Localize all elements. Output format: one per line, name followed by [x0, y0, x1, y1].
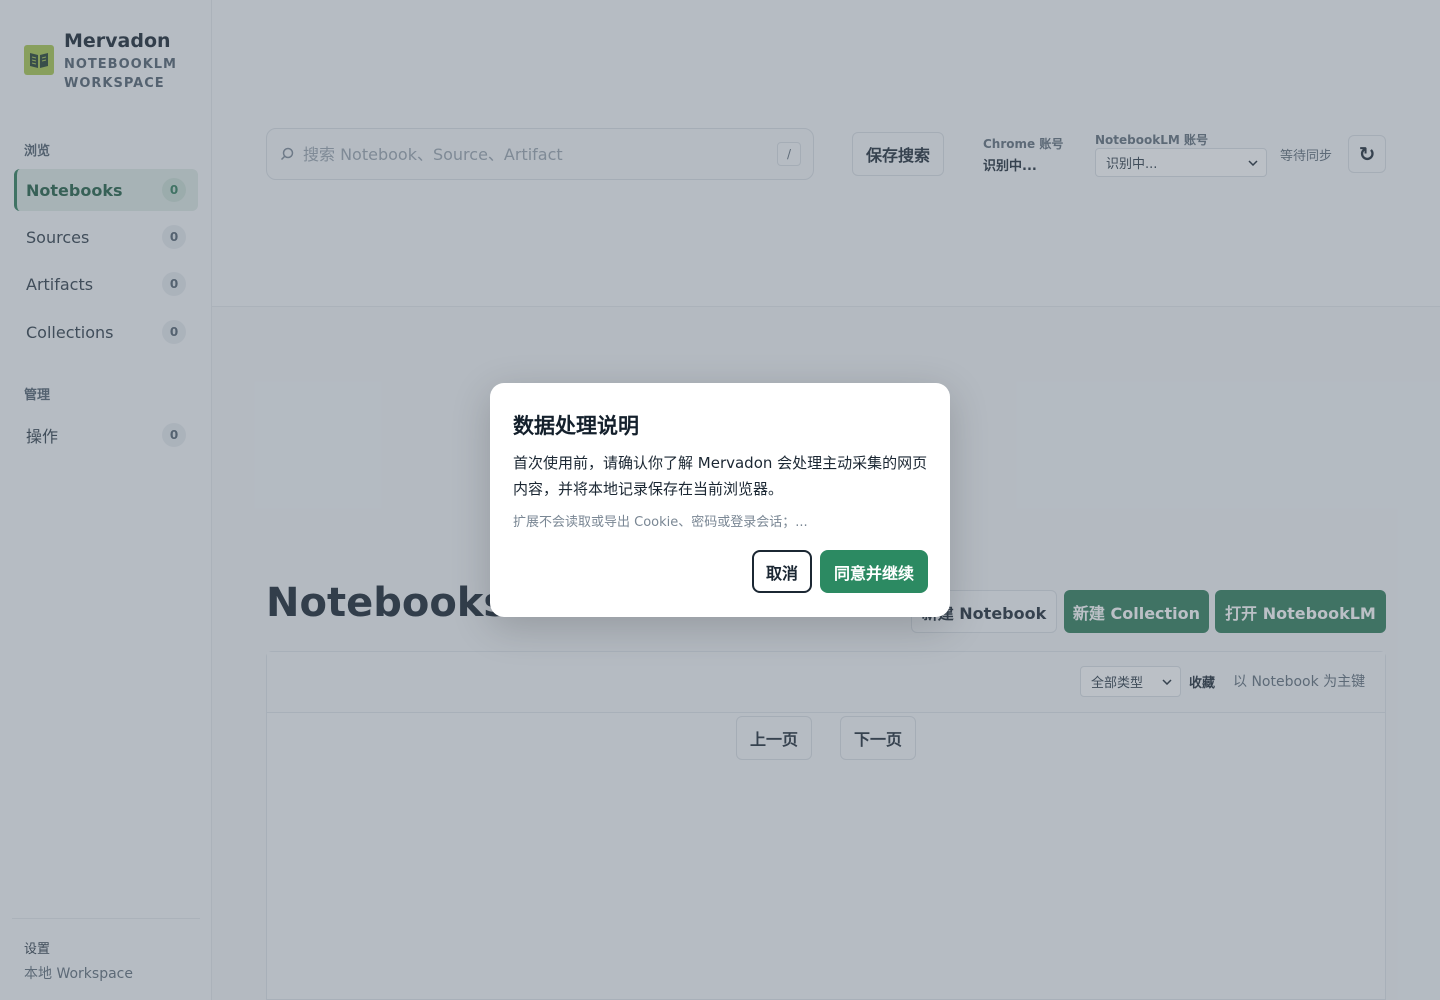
- agree-continue-button[interactable]: 同意并继续: [820, 550, 928, 593]
- dialog-title: 数据处理说明: [513, 414, 639, 438]
- cancel-button[interactable]: 取消: [752, 550, 812, 593]
- dialog-body: 首次使用前，请确认你了解 Mervadon 会处理主动采集的网页内容，并将本地记…: [513, 454, 928, 498]
- dialog-note: 扩展不会读取或导出 Cookie、密码或登录会话；...: [513, 515, 808, 530]
- data-processing-dialog: 数据处理说明 首次使用前，请确认你了解 Mervadon 会处理主动采集的网页内…: [490, 383, 950, 617]
